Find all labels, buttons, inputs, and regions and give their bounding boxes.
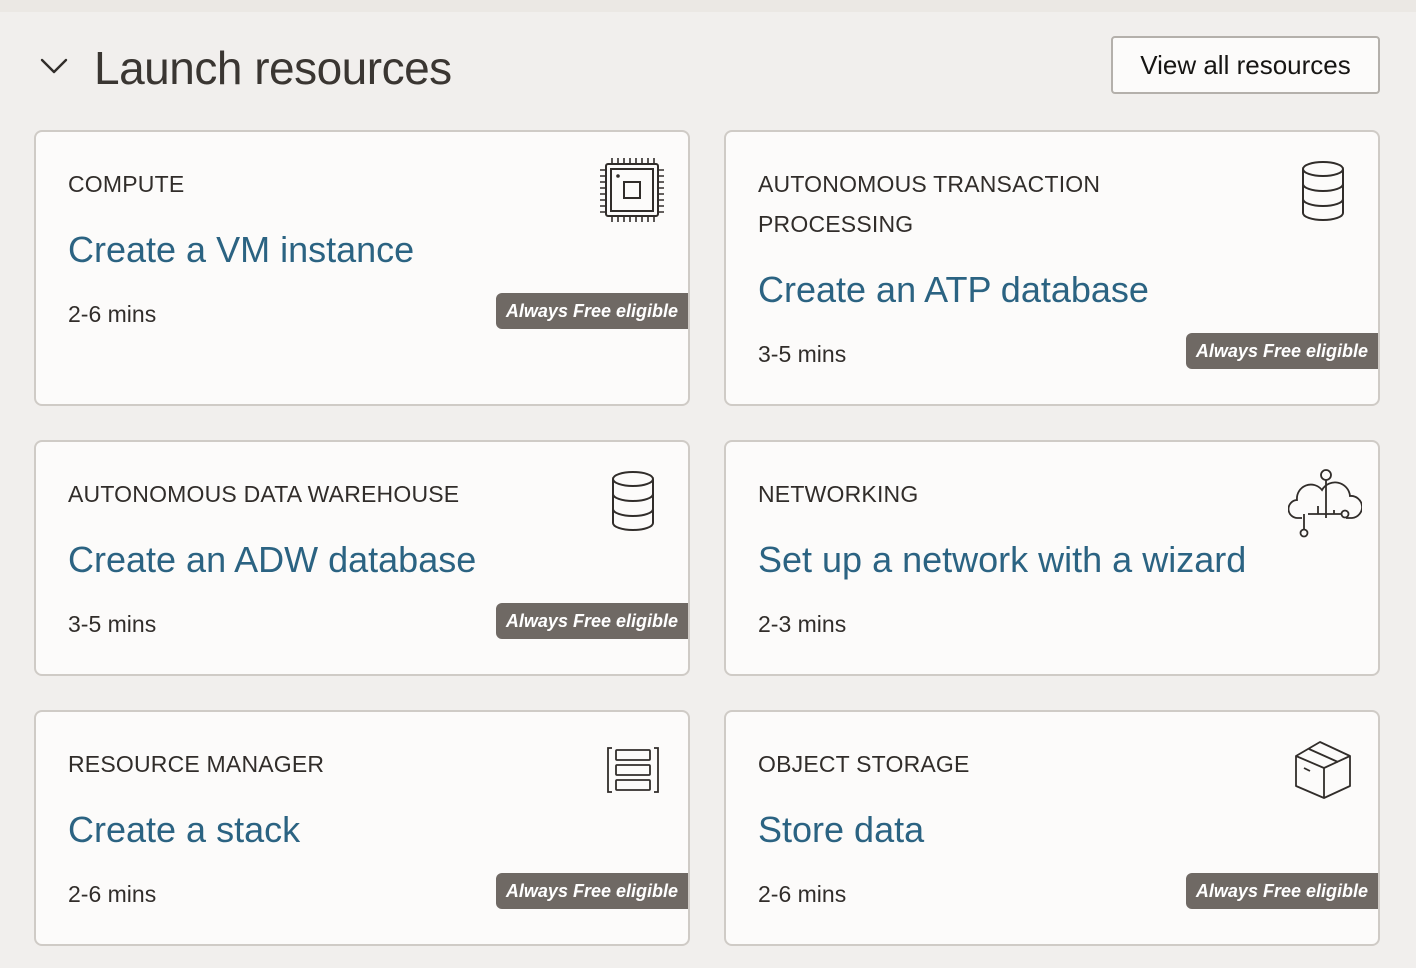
card-duration: 2-6 mins	[758, 881, 847, 907]
setup-network-wizard-link[interactable]: Set up a network with a wizard	[758, 538, 1246, 582]
create-adw-database-link[interactable]: Create an ADW database	[68, 538, 476, 582]
card-duration: 3-5 mins	[68, 611, 157, 637]
card-autonomous-data-warehouse[interactable]: AUTONOMOUS DATA WAREHOUSE Create an ADW …	[34, 440, 690, 676]
database-icon	[610, 470, 656, 532]
card-duration: 2-6 mins	[68, 881, 157, 907]
always-free-badge: Always Free eligible	[495, 293, 688, 329]
chevron-down-icon[interactable]	[36, 52, 72, 82]
create-atp-database-link[interactable]: Create an ATP database	[758, 268, 1149, 312]
card-networking[interactable]: NETWORKING Set up a network with a wizar…	[724, 440, 1380, 676]
always-free-badge: Always Free eligible	[1185, 873, 1378, 909]
card-category: OBJECT STORAGE	[758, 751, 970, 777]
card-resource-manager[interactable]: RESOURCE MANAGER Create a stack 2-6 mins…	[34, 710, 690, 946]
card-compute[interactable]: COMPUTE Create a VM instance 2-6 mins Al…	[34, 130, 690, 406]
card-category: NETWORKING	[758, 481, 919, 507]
card-duration: 2-3 mins	[758, 611, 847, 637]
card-duration: 3-5 mins	[758, 341, 847, 367]
card-category: RESOURCE MANAGER	[68, 751, 325, 777]
card-duration: 2-6 mins	[68, 301, 157, 327]
card-category: AUTONOMOUS DATA WAREHOUSE	[68, 481, 460, 507]
stack-icon	[604, 744, 662, 796]
create-stack-link[interactable]: Create a stack	[68, 808, 300, 852]
always-free-badge: Always Free eligible	[495, 873, 688, 909]
always-free-badge: Always Free eligible	[1185, 333, 1378, 369]
card-category: COMPUTE	[68, 171, 185, 197]
section-header: Launch resources View all resources	[0, 0, 1416, 130]
card-object-storage[interactable]: OBJECT STORAGE Store data 2-6 mins Alway…	[724, 710, 1380, 946]
store-data-link[interactable]: Store data	[758, 808, 924, 852]
cloud-network-icon	[1288, 466, 1362, 540]
always-free-badge: Always Free eligible	[495, 603, 688, 639]
storage-box-icon	[1292, 738, 1354, 802]
database-icon	[1300, 160, 1346, 222]
card-category: AUTONOMOUS TRANSACTION PROCESSING	[758, 171, 1101, 237]
view-all-resources-button[interactable]: View all resources	[1111, 36, 1380, 94]
card-autonomous-transaction-processing[interactable]: AUTONOMOUS TRANSACTION PROCESSING Create…	[724, 130, 1380, 406]
section-title: Launch resources	[94, 42, 452, 94]
cpu-chip-icon	[598, 156, 666, 224]
create-vm-instance-link[interactable]: Create a VM instance	[68, 228, 414, 272]
